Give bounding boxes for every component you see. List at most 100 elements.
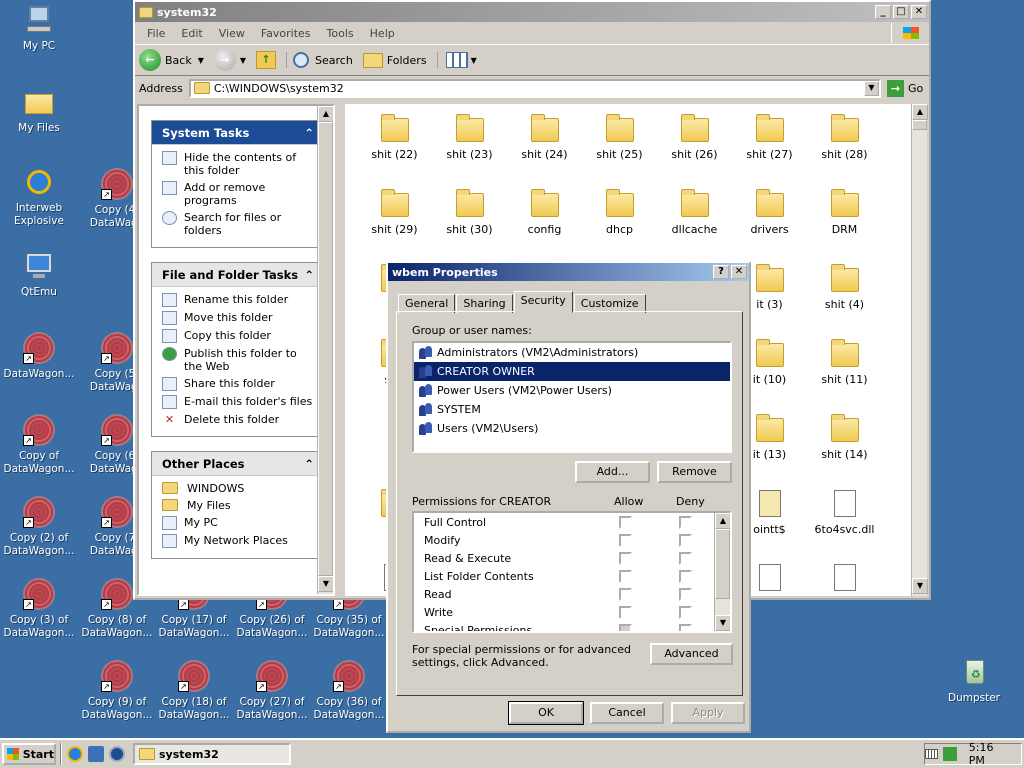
apply-button[interactable]: Apply <box>671 702 745 724</box>
address-input[interactable]: C:\WINDOWS\system32 ▼ <box>188 78 881 98</box>
go-button[interactable]: → Go <box>887 79 929 97</box>
permissions-list[interactable]: Full Control Modify Read & Execute List … <box>412 511 732 633</box>
desktop-icon-interweb[interactable]: Interweb Explosive <box>1 166 77 228</box>
user-row[interactable]: Power Users (VM2\Power Users) <box>414 381 730 400</box>
task-pane-scrollbar[interactable]: ▲ ▼ <box>317 106 333 594</box>
folder-item[interactable]: shit (14) <box>807 414 882 461</box>
other-places-header[interactable]: Other Places ⌃ <box>152 452 322 476</box>
menu-view[interactable]: View <box>211 27 253 40</box>
folder-item[interactable]: shit (27) <box>732 114 807 161</box>
place-my-pc[interactable]: My PC <box>162 516 316 530</box>
folder-item[interactable]: DRM <box>807 189 882 236</box>
dialog-close-button[interactable]: ✕ <box>731 265 747 279</box>
allow-checkbox[interactable] <box>619 569 632 583</box>
taskbar-button-system32[interactable]: system32 <box>133 743 291 765</box>
task-add-remove-programs[interactable]: Add or remove programs <box>162 181 316 207</box>
scroll-up-arrow[interactable]: ▲ <box>318 106 333 122</box>
desktop-icon-datawagon-copy-36[interactable]: ↗ Copy (36) of DataWagon... <box>311 660 387 722</box>
file-item[interactable]: 6to4svc.dll <box>807 490 882 536</box>
deny-checkbox[interactable] <box>679 533 692 547</box>
folder-item[interactable]: shit (30) <box>432 189 507 236</box>
advanced-button[interactable]: Advanced <box>650 643 733 665</box>
folder-item[interactable]: dllcache <box>657 189 732 236</box>
scroll-thumb[interactable] <box>715 529 730 599</box>
start-button[interactable]: Start <box>2 743 56 765</box>
task-hide-contents[interactable]: Hide the contents of this folder <box>162 151 316 177</box>
user-row[interactable]: Administrators (VM2\Administrators) <box>414 343 730 362</box>
cancel-button[interactable]: Cancel <box>590 702 664 724</box>
folder-item[interactable]: dhcp <box>582 189 657 236</box>
place-my-files[interactable]: My Files <box>162 499 316 512</box>
maximize-button[interactable]: □ <box>893 5 909 19</box>
desktop-icon-datawagon[interactable]: ↗ DataWagon... <box>1 332 77 381</box>
folder-item[interactable]: config <box>507 189 582 236</box>
folder-item[interactable]: drivers <box>732 189 807 236</box>
folder-item[interactable]: shit (23) <box>432 114 507 161</box>
user-row[interactable]: SYSTEM <box>414 400 730 419</box>
task-copy-folder[interactable]: Copy this folder <box>162 329 316 343</box>
task-delete-folder[interactable]: ✕ Delete this folder <box>162 413 316 426</box>
properties-dialog[interactable]: wbem Properties ? ✕ General Sharing Secu… <box>386 261 751 733</box>
deny-checkbox[interactable] <box>679 605 692 619</box>
desktop-icon-qtemu[interactable]: QtEmu <box>1 250 77 299</box>
folder-item[interactable]: shit (24) <box>507 114 582 161</box>
clock[interactable]: 5:16 PM <box>969 741 1011 767</box>
add-user-button[interactable]: Add... <box>575 461 650 483</box>
folder-item[interactable]: shit (22) <box>357 114 432 161</box>
tab-security[interactable]: Security <box>513 291 573 313</box>
desktop-icon-datawagon-copy-27[interactable]: ↗ Copy (27) of DataWagon... <box>234 660 310 722</box>
allow-checkbox[interactable] <box>619 515 632 529</box>
menu-favorites[interactable]: Favorites <box>253 27 319 40</box>
deny-checkbox[interactable] <box>679 623 692 631</box>
allow-checkbox[interactable] <box>619 551 632 565</box>
outlook-quicklaunch-icon[interactable] <box>88 746 104 762</box>
deny-checkbox[interactable] <box>679 569 692 583</box>
allow-checkbox[interactable] <box>619 587 632 601</box>
place-windows[interactable]: WINDOWS <box>162 482 316 495</box>
desktop-icon-my-pc[interactable]: My PC <box>1 4 77 53</box>
explorer-titlebar[interactable]: system32 _ □ ✕ <box>135 2 929 22</box>
task-rename-folder[interactable]: Rename this folder <box>162 293 316 307</box>
network-tray-icon[interactable] <box>943 747 957 761</box>
scroll-down-arrow[interactable]: ▼ <box>318 576 333 592</box>
allow-checkbox[interactable] <box>619 533 632 547</box>
help-button[interactable]: ? <box>713 265 729 279</box>
scroll-up-arrow[interactable]: ▲ <box>912 104 928 120</box>
address-dropdown-arrow[interactable]: ▼ <box>864 80 879 96</box>
forward-button[interactable]: → ▼ <box>213 49 246 71</box>
place-network[interactable]: My Network Places <box>162 534 316 548</box>
desktop-icon-dumpster[interactable]: ♻ Dumpster <box>936 656 1012 705</box>
folder-item[interactable]: shit (26) <box>657 114 732 161</box>
desktop-icon-datawagon-copy-9[interactable]: ↗ Copy (9) of DataWagon... <box>79 660 155 722</box>
keyboard-icon[interactable] <box>924 749 939 759</box>
browser-quicklaunch-icon[interactable] <box>67 746 83 762</box>
file-folder-tasks-header[interactable]: File and Folder Tasks ⌃ <box>152 263 322 287</box>
ok-button[interactable]: OK <box>508 701 584 725</box>
menu-tools[interactable]: Tools <box>319 27 362 40</box>
scroll-up-arrow[interactable]: ▲ <box>715 513 730 529</box>
collapse-icon[interactable]: ⌃ <box>304 126 314 140</box>
user-row-selected[interactable]: CREATOR OWNER <box>414 362 730 381</box>
dialog-titlebar[interactable]: wbem Properties ? ✕ <box>388 263 749 281</box>
task-move-folder[interactable]: Move this folder <box>162 311 316 325</box>
desktop-icon-datawagon-copy-3[interactable]: ↗ Copy (3) of DataWagon... <box>1 578 77 640</box>
up-folder-button[interactable]: ↑ <box>256 51 277 69</box>
desktop-icon-my-files[interactable]: My Files <box>1 86 77 135</box>
views-button[interactable]: ▼ <box>436 52 477 68</box>
folder-item[interactable]: shit (25) <box>582 114 657 161</box>
scroll-down-arrow[interactable]: ▼ <box>715 615 730 631</box>
desktop-icon-datawagon-copy-18[interactable]: ↗ Copy (18) of DataWagon... <box>156 660 232 722</box>
task-share-folder[interactable]: Share this folder <box>162 377 316 391</box>
user-row[interactable]: Users (VM2\Users) <box>414 419 730 438</box>
folder-item[interactable]: shit (11) <box>807 339 882 386</box>
remove-user-button[interactable]: Remove <box>657 461 732 483</box>
collapse-icon[interactable]: ⌃ <box>304 457 314 471</box>
file-item[interactable] <box>807 564 882 596</box>
allow-checkbox[interactable] <box>619 605 632 619</box>
folder-item[interactable]: shit (4) <box>807 264 882 311</box>
menu-edit[interactable]: Edit <box>173 27 210 40</box>
scroll-thumb[interactable] <box>912 120 927 130</box>
close-button[interactable]: ✕ <box>911 5 927 19</box>
scroll-down-arrow[interactable]: ▼ <box>912 578 928 594</box>
collapse-icon[interactable]: ⌃ <box>304 268 314 282</box>
